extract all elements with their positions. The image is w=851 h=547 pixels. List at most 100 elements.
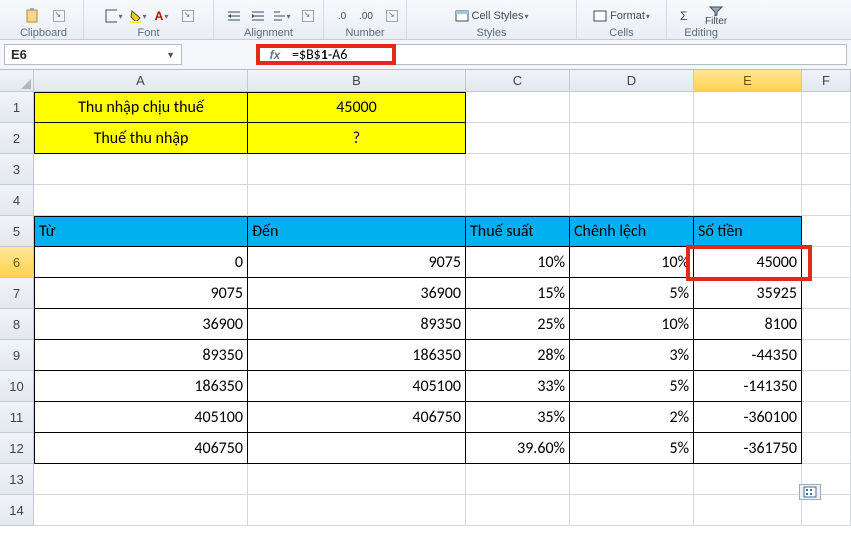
cell[interactable]: 8100 — [694, 309, 802, 340]
cell[interactable]: 15% — [466, 278, 570, 309]
row-header[interactable]: 13 — [0, 464, 34, 495]
indent-decrease-icon[interactable] — [224, 7, 244, 25]
cell[interactable]: 406750 — [248, 402, 466, 433]
row-header[interactable]: 2 — [0, 123, 34, 154]
cell[interactable]: 2% — [570, 402, 694, 433]
row-header[interactable]: 14 — [0, 495, 34, 526]
cell[interactable]: -361750 — [694, 433, 802, 464]
cell[interactable]: 36900 — [248, 278, 466, 309]
cell[interactable]: Từ — [34, 216, 248, 247]
cell[interactable] — [570, 185, 694, 216]
filter-button[interactable]: Σ — [675, 7, 701, 25]
col-header-C[interactable]: C — [466, 70, 570, 92]
cell[interactable]: 5% — [570, 278, 694, 309]
cell[interactable] — [802, 340, 851, 371]
chevron-down-icon[interactable]: ▼ — [166, 50, 175, 60]
indent-increase-icon[interactable] — [248, 7, 268, 25]
cell[interactable] — [466, 185, 570, 216]
name-box[interactable]: E6 ▼ — [4, 44, 182, 65]
cell[interactable] — [802, 371, 851, 402]
cell[interactable] — [248, 495, 466, 526]
row-header[interactable]: 8 — [0, 309, 34, 340]
cell[interactable] — [248, 464, 466, 495]
increase-decimal-icon[interactable]: .00 — [356, 7, 376, 25]
border-icon[interactable]: ▾ — [104, 7, 124, 25]
cell[interactable] — [694, 464, 802, 495]
cell[interactable]: Số tiền — [694, 216, 802, 247]
cell[interactable]: 3% — [570, 340, 694, 371]
cell[interactable] — [570, 123, 694, 154]
cell[interactable] — [34, 495, 248, 526]
number-dialog-launcher[interactable] — [386, 10, 398, 22]
cell[interactable]: 10% — [570, 309, 694, 340]
row-header[interactable]: 7 — [0, 278, 34, 309]
cell[interactable]: Thuế suất — [466, 216, 570, 247]
cell[interactable]: 45000 — [248, 92, 466, 123]
autofill-options-icon[interactable] — [799, 484, 821, 500]
cell[interactable] — [570, 154, 694, 185]
cell[interactable] — [248, 433, 466, 464]
cell[interactable] — [466, 123, 570, 154]
paste-icon[interactable] — [23, 7, 43, 25]
cell[interactable] — [466, 92, 570, 123]
cell[interactable] — [802, 278, 851, 309]
cell[interactable]: Chênh lệch — [570, 216, 694, 247]
row-header[interactable]: 11 — [0, 402, 34, 433]
row-header[interactable]: 4 — [0, 185, 34, 216]
row-header[interactable]: 3 — [0, 154, 34, 185]
cell[interactable]: 89350 — [248, 309, 466, 340]
cell[interactable]: 10% — [570, 247, 694, 278]
cell[interactable] — [802, 247, 851, 278]
cell[interactable] — [34, 185, 248, 216]
cell[interactable]: 10% — [466, 247, 570, 278]
cell[interactable]: 25% — [466, 309, 570, 340]
cell[interactable] — [802, 123, 851, 154]
row-header[interactable]: 12 — [0, 433, 34, 464]
cell[interactable]: 9075 — [248, 247, 466, 278]
cell[interactable] — [466, 464, 570, 495]
cell-styles-button[interactable]: Cell Styles▾ — [450, 7, 534, 25]
cell[interactable] — [466, 154, 570, 185]
select-all-triangle[interactable] — [0, 70, 34, 92]
cell[interactable] — [802, 433, 851, 464]
col-header-B[interactable]: B — [248, 70, 466, 92]
cell[interactable]: 45000 — [694, 247, 802, 278]
cell[interactable] — [802, 402, 851, 433]
cell[interactable]: 35925 — [694, 278, 802, 309]
cell[interactable] — [570, 495, 694, 526]
cell[interactable] — [802, 154, 851, 185]
cell[interactable] — [802, 92, 851, 123]
wrap-text-icon[interactable]: ▾ — [272, 7, 292, 25]
format-button[interactable]: Format▾ — [588, 7, 655, 25]
cell[interactable]: 5% — [570, 433, 694, 464]
row-header[interactable]: 5 — [0, 216, 34, 247]
row-header[interactable]: 6 — [0, 247, 34, 278]
cell[interactable]: 39.60% — [466, 433, 570, 464]
row-header[interactable]: 1 — [0, 92, 34, 123]
decrease-decimal-icon[interactable]: .0 — [332, 7, 352, 25]
cell[interactable]: Thu nhập chịu thuế — [34, 92, 248, 123]
formula-input[interactable]: =$B$1-A6 — [286, 44, 396, 65]
cell[interactable] — [466, 495, 570, 526]
cell[interactable]: 406750 — [34, 433, 248, 464]
col-header-A[interactable]: A — [34, 70, 248, 92]
cell[interactable] — [248, 185, 466, 216]
cell[interactable]: 36900 — [34, 309, 248, 340]
cell[interactable] — [802, 216, 851, 247]
cell[interactable] — [694, 123, 802, 154]
cell[interactable]: -141350 — [694, 371, 802, 402]
cell[interactable]: 28% — [466, 340, 570, 371]
cell[interactable]: 33% — [466, 371, 570, 402]
cell[interactable]: 0 — [34, 247, 248, 278]
cell[interactable] — [694, 154, 802, 185]
cell[interactable]: 186350 — [34, 371, 248, 402]
cell[interactable] — [694, 495, 802, 526]
cell[interactable] — [694, 185, 802, 216]
formula-input-rest[interactable] — [396, 44, 847, 65]
cell[interactable] — [34, 464, 248, 495]
clipboard-dialog-launcher[interactable] — [53, 10, 65, 22]
cell[interactable] — [802, 185, 851, 216]
font-color-icon[interactable]: A▾ — [152, 7, 172, 25]
fill-color-icon[interactable]: ▾ — [128, 7, 148, 25]
cell[interactable] — [248, 154, 466, 185]
